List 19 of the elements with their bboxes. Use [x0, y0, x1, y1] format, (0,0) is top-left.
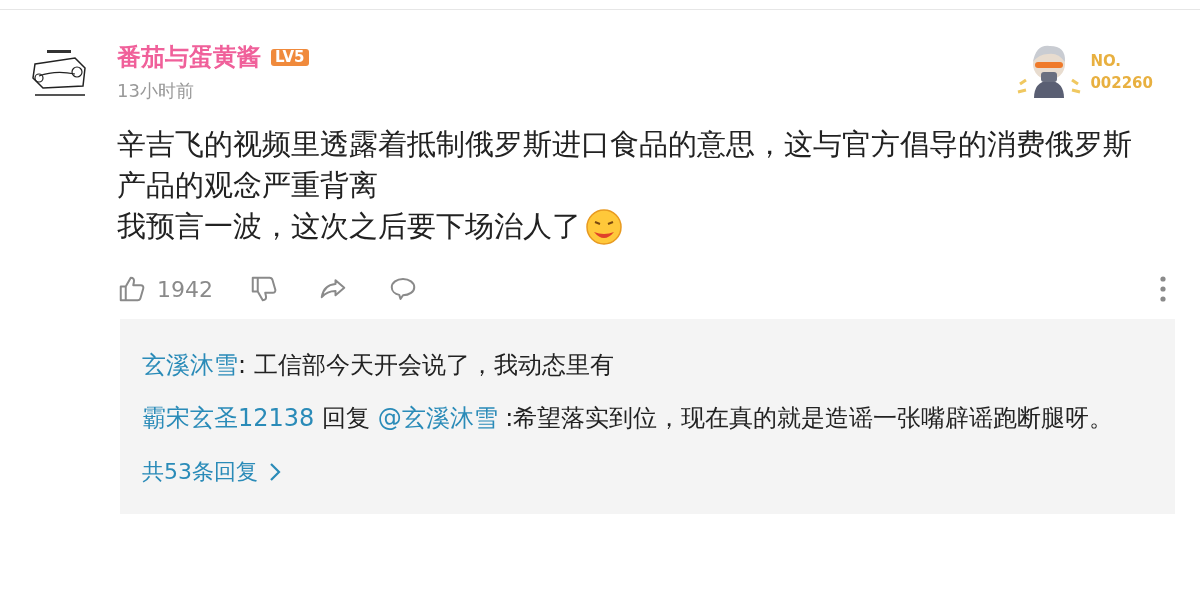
- like-button[interactable]: 1942: [117, 272, 213, 306]
- reply-text: 霸宋玄圣12138 回复 @玄溪沐雪 :希望落实到位，现在真的就是造谣一张嘴辟谣跑断腿呀。: [142, 403, 1115, 434]
- level-badge: LV5: [271, 48, 309, 66]
- more-options-button[interactable]: [1159, 275, 1167, 303]
- comment-text: 辛吉飞的视频里透露着抵制俄罗斯进口食品的意思，这与官方倡导的消费俄罗斯产品的观念严重背离: [117, 126, 1133, 204]
- thumbs-down-icon: [249, 274, 279, 304]
- timestamp: 13小时前: [117, 82, 195, 100]
- username[interactable]: 番茄与蛋黄酱: [117, 45, 261, 69]
- thumbs-up-icon: [117, 274, 147, 304]
- view-replies-link[interactable]: 共53条回复: [142, 451, 282, 492]
- comment-text: 我预言一波，这次之后要下场治人了: [117, 208, 581, 245]
- more-icon: [1159, 275, 1167, 303]
- dislike-button[interactable]: [249, 274, 279, 304]
- emoji-icon: [585, 207, 623, 246]
- chevron-right-icon: [268, 460, 282, 483]
- reply-text: 玄溪沐雪: 工信部今天开会说了，我动态里有: [142, 350, 615, 381]
- badge-number: 002260: [1090, 73, 1153, 94]
- badge-label: NO.: [1090, 51, 1123, 72]
- like-count: 1942: [157, 275, 213, 304]
